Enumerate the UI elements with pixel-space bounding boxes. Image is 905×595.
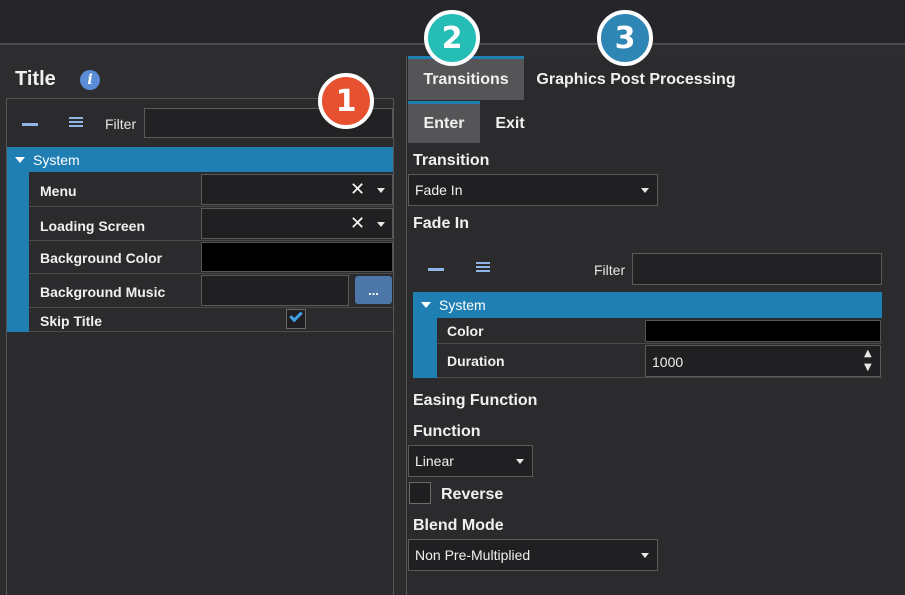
- collapse-all-icon[interactable]: [428, 268, 444, 271]
- function-heading: Function: [413, 423, 481, 440]
- property-row-duration: Duration 1000 ▲ ▼: [437, 344, 882, 378]
- info-icon[interactable]: i: [80, 70, 100, 90]
- section-rail: [413, 318, 437, 378]
- property-row-skip-title: Skip Title: [29, 308, 393, 332]
- reverse-label: Reverse: [441, 486, 504, 503]
- clear-icon[interactable]: ✕: [350, 179, 365, 200]
- function-dropdown[interactable]: Linear: [408, 445, 533, 477]
- transition-value: Fade In: [415, 182, 463, 198]
- transition-dropdown[interactable]: Fade In: [408, 174, 658, 206]
- background-music-field[interactable]: [201, 275, 349, 306]
- property-label: Background Color: [40, 250, 163, 266]
- background-color-swatch[interactable]: [201, 242, 393, 272]
- property-label: Background Music: [40, 284, 166, 300]
- blend-mode-heading: Blend Mode: [413, 517, 504, 534]
- collapse-all-icon[interactable]: [22, 123, 38, 126]
- property-label: Color: [447, 323, 484, 339]
- callout-badge-3: 3: [597, 10, 653, 66]
- property-label: Skip Title: [40, 313, 102, 329]
- spin-down-icon[interactable]: ▼: [864, 362, 872, 373]
- right-settings-panel: Transitions Graphics Post Processing Ent…: [406, 56, 905, 595]
- easing-function-heading: Easing Function: [413, 392, 538, 409]
- system-section-header[interactable]: System: [7, 147, 393, 172]
- collapse-caret-icon: [15, 156, 25, 163]
- color-swatch[interactable]: [645, 320, 881, 342]
- spin-up-icon[interactable]: ▲: [864, 348, 872, 359]
- property-label: Menu: [40, 183, 77, 199]
- chevron-down-icon[interactable]: [516, 459, 524, 464]
- clear-icon[interactable]: ✕: [350, 213, 365, 234]
- expand-all-icon[interactable]: [69, 117, 83, 131]
- function-value: Linear: [415, 453, 454, 469]
- property-row-color: Color: [437, 318, 882, 344]
- section-label: System: [33, 151, 80, 168]
- tab-transitions[interactable]: Transitions: [408, 56, 524, 100]
- tab-exit[interactable]: Exit: [487, 104, 533, 143]
- reverse-checkbox[interactable]: [409, 482, 431, 504]
- callout-badge-2: 2: [424, 10, 480, 66]
- menu-dropdown[interactable]: ✕: [201, 174, 393, 205]
- blend-mode-dropdown[interactable]: Non Pre-Multiplied: [408, 539, 658, 571]
- panel-title: Title: [15, 68, 56, 90]
- filter-label: Filter: [105, 116, 137, 132]
- tab-graphics-post-processing[interactable]: Graphics Post Processing: [531, 59, 741, 100]
- property-row-loading-screen: Loading Screen ✕: [29, 207, 393, 241]
- loading-screen-dropdown[interactable]: ✕: [201, 208, 393, 239]
- duration-value: 1000: [652, 354, 684, 370]
- property-row-menu: Menu ✕: [29, 172, 393, 207]
- expand-all-icon[interactable]: [476, 262, 490, 276]
- property-label: Loading Screen: [40, 218, 146, 234]
- system-section-header[interactable]: System: [413, 292, 882, 318]
- duration-input[interactable]: 1000 ▲ ▼: [645, 345, 881, 377]
- fade-in-heading: Fade In: [413, 215, 470, 232]
- transition-heading: Transition: [413, 152, 490, 169]
- blend-mode-value: Non Pre-Multiplied: [415, 547, 531, 563]
- property-label: Duration: [447, 353, 505, 369]
- tab-enter[interactable]: Enter: [408, 101, 480, 143]
- filter-input[interactable]: [632, 253, 882, 285]
- skip-title-checkbox[interactable]: [286, 308, 306, 329]
- checkmark-icon: [289, 308, 303, 323]
- chevron-down-icon[interactable]: [641, 553, 649, 558]
- section-label: System: [439, 297, 486, 313]
- property-row-background-color: Background Color: [29, 241, 393, 274]
- collapse-caret-icon: [421, 302, 431, 308]
- chevron-down-icon[interactable]: [377, 188, 385, 193]
- property-row-background-music: Background Music ...: [29, 274, 393, 308]
- left-property-panel: Filter System Menu ✕ Loading Screen ✕ Ba…: [6, 98, 394, 595]
- chevron-down-icon[interactable]: [377, 222, 385, 227]
- filter-label: Filter: [594, 262, 626, 278]
- browse-button[interactable]: ...: [355, 276, 392, 304]
- callout-badge-1: 1: [318, 73, 374, 129]
- section-rail: [7, 172, 29, 332]
- chevron-down-icon[interactable]: [641, 188, 649, 193]
